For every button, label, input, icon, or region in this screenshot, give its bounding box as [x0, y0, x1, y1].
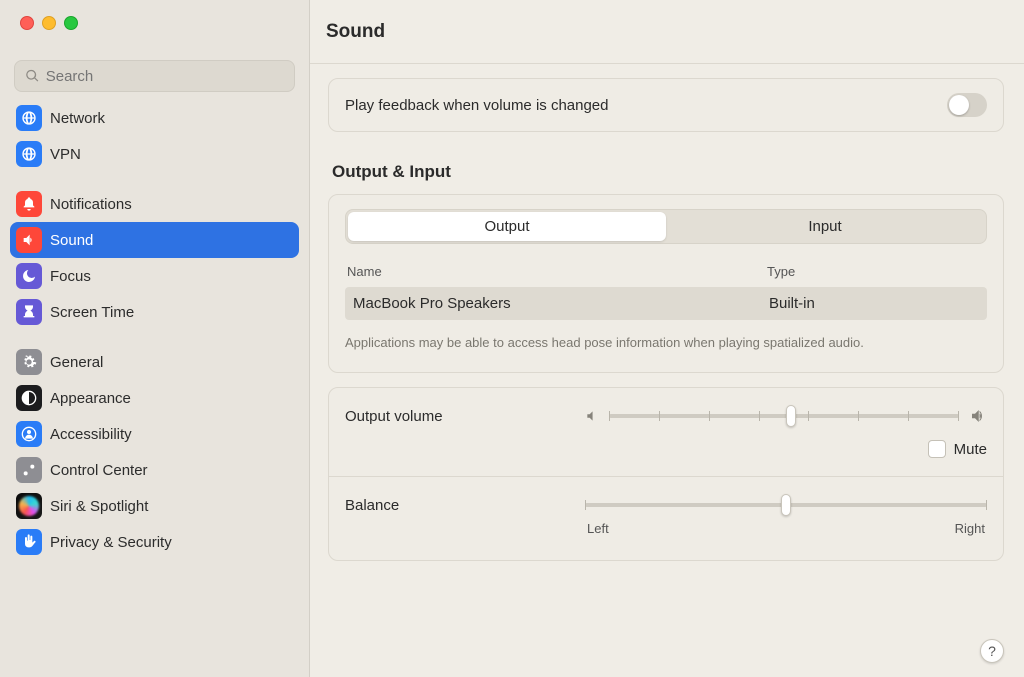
speaker-icon — [16, 227, 42, 253]
zoom-window-button[interactable] — [64, 16, 78, 30]
balance-slider[interactable] — [585, 495, 987, 515]
balance-slider-thumb[interactable] — [781, 494, 791, 516]
moon-icon — [16, 263, 42, 289]
sidebar-item-screen-time[interactable]: Screen Time — [10, 294, 299, 330]
sidebar-item-privacy-security[interactable]: Privacy & Security — [10, 524, 299, 560]
sidebar-item-focus[interactable]: Focus — [10, 258, 299, 294]
switches-icon — [16, 457, 42, 483]
sidebar-item-label: VPN — [50, 146, 81, 163]
balance-left-label: Left — [587, 521, 609, 536]
person-icon — [16, 421, 42, 447]
globe-icon — [16, 141, 42, 167]
sidebar-item-accessibility[interactable]: Accessibility — [10, 416, 299, 452]
sidebar-item-control-center[interactable]: Control Center — [10, 452, 299, 488]
sidebar-item-network[interactable]: Network — [10, 100, 299, 136]
sidebar-item-label: General — [50, 354, 103, 371]
device-type: Built-in — [769, 295, 815, 312]
globe-icon — [16, 105, 42, 131]
tab-input[interactable]: Input — [666, 212, 984, 241]
contrast-icon — [16, 385, 42, 411]
page-title: Sound — [326, 21, 385, 43]
hourglass-icon — [16, 299, 42, 325]
volume-high-icon — [969, 407, 987, 425]
sidebar-item-appearance[interactable]: Appearance — [10, 380, 299, 416]
sidebar: Network VPN Notifications Sound Focus Screen … — [0, 0, 310, 677]
sidebar-item-label: Appearance — [50, 390, 131, 407]
minimize-window-button[interactable] — [42, 16, 56, 30]
toggle-knob — [949, 95, 969, 115]
sidebar-item-label: Accessibility — [50, 426, 132, 443]
search-field[interactable] — [14, 60, 295, 92]
mute-checkbox[interactable] — [928, 440, 946, 458]
sidebar-item-siri-spotlight[interactable]: Siri & Spotlight — [10, 488, 299, 524]
device-table-header: Name Type — [345, 260, 987, 287]
play-feedback-row: Play feedback when volume is changed — [328, 78, 1004, 132]
play-feedback-toggle[interactable] — [947, 93, 987, 117]
play-feedback-label: Play feedback when volume is changed — [345, 97, 609, 114]
sidebar-item-label: Focus — [50, 268, 91, 285]
sidebar-item-label: Notifications — [50, 196, 132, 213]
sidebar-nav: Network VPN Notifications Sound Focus Screen … — [0, 100, 309, 677]
close-window-button[interactable] — [20, 16, 34, 30]
divider — [329, 476, 1003, 477]
output-volume-slider[interactable] — [609, 406, 959, 426]
output-input-tabs: Output Input — [345, 209, 987, 244]
sidebar-item-label: Network — [50, 110, 105, 127]
output-input-card: Output Input Name Type MacBook Pro Speak… — [328, 194, 1004, 373]
volume-slider-thumb[interactable] — [786, 405, 796, 427]
siri-icon — [16, 493, 42, 519]
sidebar-item-label: Control Center — [50, 462, 148, 479]
column-type: Type — [767, 264, 795, 279]
search-input[interactable] — [46, 68, 284, 85]
column-name: Name — [347, 264, 767, 279]
output-volume-label: Output volume — [345, 408, 585, 425]
sidebar-item-label: Siri & Spotlight — [50, 498, 148, 515]
sidebar-item-label: Screen Time — [50, 304, 134, 321]
sidebar-item-sound[interactable]: Sound — [10, 222, 299, 258]
sidebar-item-vpn[interactable]: VPN — [10, 136, 299, 172]
hand-icon — [16, 529, 42, 555]
main-content: Sound Play feedback when volume is chang… — [310, 0, 1024, 677]
balance-label: Balance — [345, 495, 585, 514]
output-input-heading: Output & Input — [332, 162, 1004, 182]
sidebar-item-label: Sound — [50, 232, 93, 249]
volume-low-icon — [585, 409, 599, 423]
device-name: MacBook Pro Speakers — [349, 295, 769, 312]
sidebar-item-label: Privacy & Security — [50, 534, 172, 551]
search-icon — [25, 68, 40, 84]
bell-icon — [16, 191, 42, 217]
titlebar: Sound — [310, 0, 1024, 64]
device-row[interactable]: MacBook Pro Speakers Built-in — [345, 287, 987, 320]
help-button[interactable]: ? — [980, 639, 1004, 663]
volume-card: Output volume Mute — [328, 387, 1004, 561]
mute-label: Mute — [954, 441, 987, 458]
gear-icon — [16, 349, 42, 375]
sidebar-item-notifications[interactable]: Notifications — [10, 186, 299, 222]
tab-output[interactable]: Output — [348, 212, 666, 241]
sidebar-item-general[interactable]: General — [10, 344, 299, 380]
spatial-audio-note: Applications may be able to access head … — [345, 334, 987, 352]
window-traffic-lights — [0, 0, 309, 30]
balance-right-label: Right — [955, 521, 985, 536]
